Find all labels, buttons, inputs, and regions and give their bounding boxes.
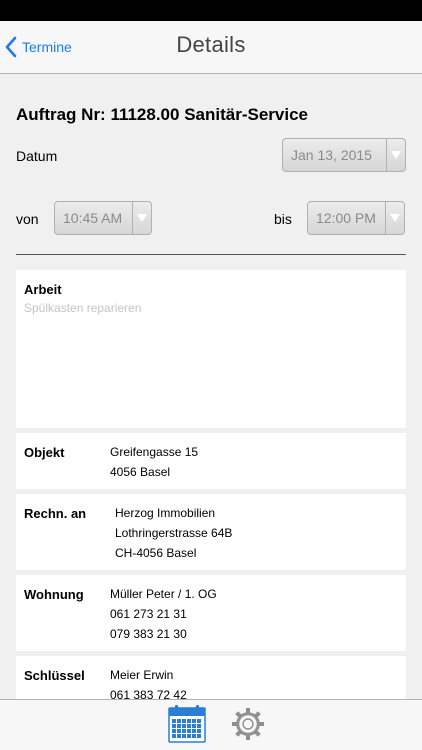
tab-calendar[interactable] [167,704,207,749]
from-time-value: 10:45 AM [63,210,123,226]
wohnung-phone: 061 273 21 31 [110,607,187,621]
to-time-dropdown-button [385,202,404,234]
status-bar [0,0,422,21]
date-picker[interactable]: Jan 13, 2015 [282,138,406,172]
page-title: Details [176,32,246,57]
objekt-city: 4056 Basel [110,465,171,479]
tab-bar [0,699,422,750]
schluessel-name: Meier Erwin [110,668,174,682]
to-time-value: 12:00 PM [316,210,376,226]
wohnung-card[interactable]: Wohnung Müller Peter / 1. OG 061 273 21 … [16,575,406,651]
wohnung-label: Wohnung [24,587,84,602]
schluessel-label: Schlüssel [24,668,85,683]
calendar-icon [168,705,206,743]
to-time-picker[interactable]: 12:00 PM [307,201,405,235]
from-label: von [16,211,39,227]
date-dropdown-button [386,139,405,171]
from-time-picker[interactable]: 10:45 AM [54,201,152,235]
dropdown-arrow-icon [390,214,400,222]
wohnung-mobile: 079 383 21 30 [110,627,187,641]
objekt-street: Greifengasse 15 [110,445,199,459]
rechnung-card[interactable]: Rechn. an Herzog Immobilien Lothringerst… [16,494,406,570]
objekt-label: Objekt [24,445,65,460]
date-label: Datum [16,148,58,164]
arbeit-input[interactable] [24,301,394,315]
rechnung-street: Lothringerstrasse 64B [115,526,233,540]
dropdown-arrow-icon [137,214,147,222]
schluessel-phone: 061 383 72 42 [110,688,187,699]
from-time-dropdown-button [132,202,151,234]
date-value: Jan 13, 2015 [291,147,372,163]
order-title: Auftrag Nr: 11128.00 Sanitär-Service [16,105,308,124]
wohnung-tenant: Müller Peter / 1. OG [110,587,217,601]
dropdown-arrow-icon [391,151,401,159]
tab-settings[interactable] [228,704,268,749]
arbeit-label: Arbeit [24,282,62,297]
schluessel-card[interactable]: Schlüssel Meier Erwin 061 383 72 42 [16,656,406,699]
rechnung-label: Rechn. an [24,506,87,521]
to-label: bis [274,211,292,227]
navigation-bar: Termine Details [0,21,422,74]
objekt-card[interactable]: Objekt Greifengasse 15 4056 Basel [16,433,406,489]
arbeit-card: Arbeit [16,270,406,428]
rechnung-name: Herzog Immobilien [115,506,216,520]
rechnung-city: CH-4056 Basel [115,546,197,560]
details-content[interactable]: Auftrag Nr: 11128.00 Sanitär-Service Dat… [0,75,422,699]
gear-icon [232,708,264,740]
section-divider [16,254,406,255]
